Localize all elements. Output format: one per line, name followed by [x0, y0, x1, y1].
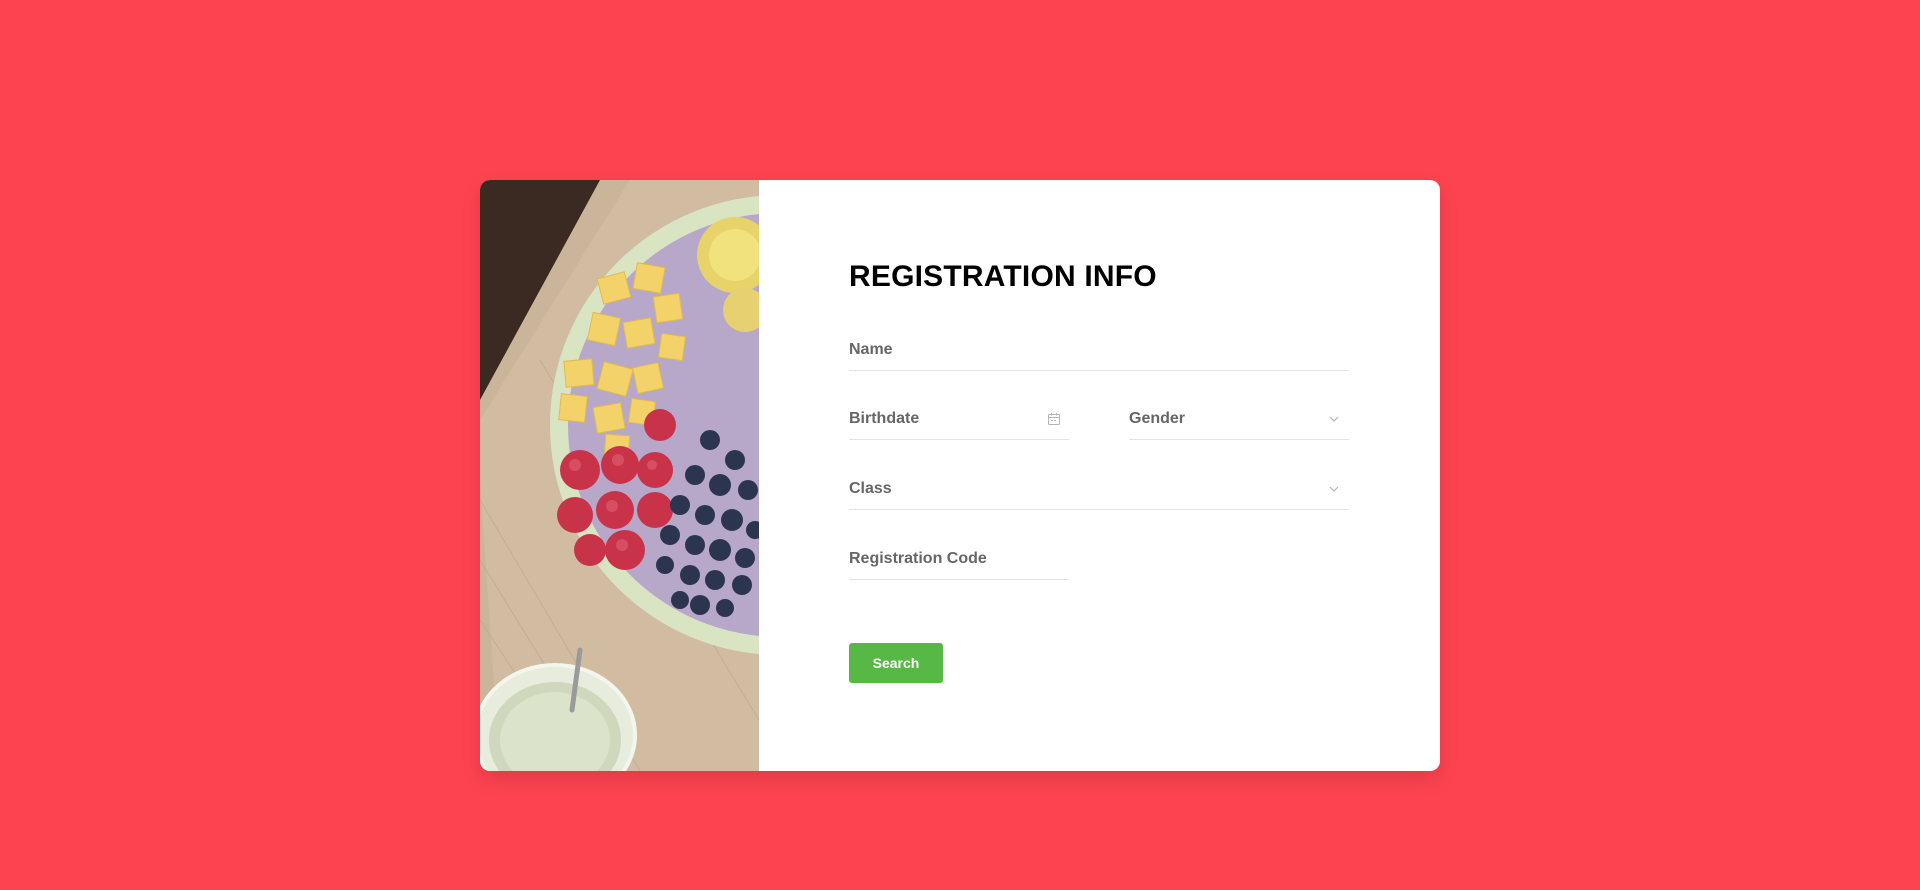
class-select[interactable]: Class — [849, 470, 1349, 510]
chevron-down-icon — [1327, 482, 1341, 496]
gender-select[interactable]: Gender — [1129, 400, 1349, 440]
registration-code-placeholder: Registration Code — [849, 550, 987, 567]
calendar-icon[interactable] — [1047, 412, 1061, 426]
registration-code-field[interactable]: Registration Code — [849, 540, 1069, 580]
registration-form: REGISTRATION INFO Name Birthdate Gender — [759, 180, 1440, 771]
birthdate-field[interactable]: Birthdate — [849, 400, 1069, 440]
chevron-down-icon — [1327, 412, 1341, 426]
registration-card: REGISTRATION INFO Name Birthdate Gender — [480, 180, 1440, 771]
food-photo — [480, 180, 759, 771]
page-title: REGISTRATION INFO — [849, 260, 1157, 293]
class-placeholder: Class — [849, 480, 892, 497]
search-button[interactable]: Search — [849, 643, 943, 683]
name-field[interactable]: Name — [849, 331, 1349, 371]
gender-placeholder: Gender — [1129, 410, 1186, 427]
name-placeholder: Name — [849, 341, 893, 358]
birthdate-placeholder: Birthdate — [849, 410, 920, 427]
